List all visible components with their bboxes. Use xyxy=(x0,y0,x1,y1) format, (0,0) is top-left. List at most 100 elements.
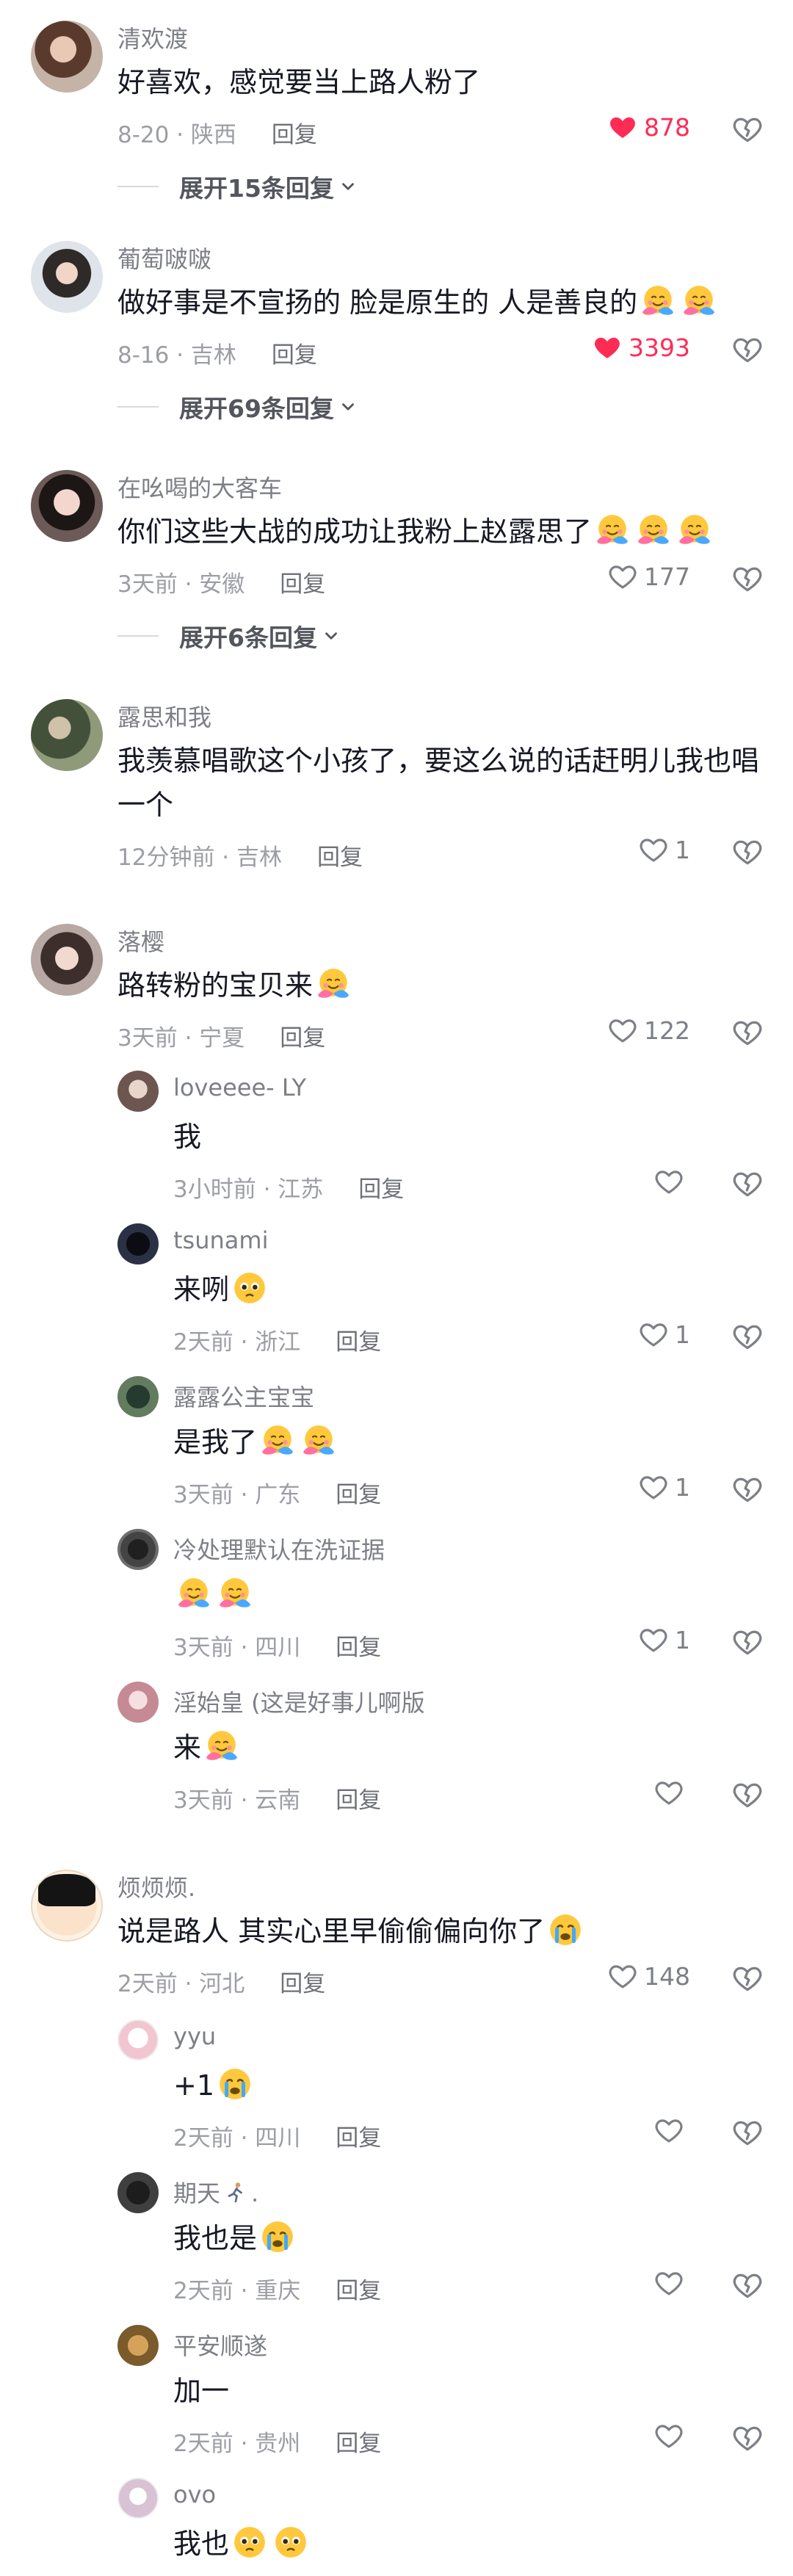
avatar[interactable] xyxy=(117,2325,159,2366)
broken-heart-icon[interactable] xyxy=(731,836,764,868)
comment-username[interactable]: tsunami xyxy=(173,1226,268,1254)
reply-button[interactable]: 回复 xyxy=(272,342,317,369)
reply-button[interactable]: 回复 xyxy=(280,1971,325,1997)
reply-button[interactable]: 回复 xyxy=(272,122,317,148)
avatar[interactable] xyxy=(117,2478,159,2519)
broken-heart-icon[interactable] xyxy=(731,1168,764,1200)
broken-heart-icon[interactable] xyxy=(731,1016,764,1049)
comment-text: 好喜欢，感觉要当上路人粉了 xyxy=(117,66,481,98)
reply-button[interactable]: 回复 xyxy=(336,1787,381,1814)
reply-button[interactable]: 回复 xyxy=(336,2431,381,2457)
like-button[interactable] xyxy=(653,2420,690,2451)
avatar[interactable] xyxy=(117,2172,159,2213)
broken-heart-icon[interactable] xyxy=(731,333,764,366)
avatar[interactable] xyxy=(31,699,103,771)
broken-heart-icon[interactable] xyxy=(731,2422,764,2454)
expand-replies-button[interactable]: 展开6条回复 xyxy=(117,618,341,654)
broken-heart-icon[interactable] xyxy=(731,2269,764,2301)
like-button[interactable]: 122 xyxy=(607,1015,690,1046)
comment-username[interactable]: 在吆喝的大客车 xyxy=(117,470,282,504)
avatar[interactable] xyxy=(31,924,103,996)
avatar[interactable] xyxy=(117,1376,159,1417)
broken-heart-icon[interactable] xyxy=(731,1962,764,1994)
expand-replies-button[interactable]: 展开15条回复 xyxy=(117,169,358,204)
heart-icon xyxy=(653,1166,684,1197)
broken-heart-icon[interactable] xyxy=(731,1626,764,1658)
comment-username[interactable]: yyu xyxy=(173,2022,216,2050)
reply-button[interactable]: 回复 xyxy=(336,2125,381,2152)
avatar[interactable] xyxy=(117,1223,159,1265)
comment-meta: 2天前 · 重庆 回复 xyxy=(173,2278,382,2304)
avatar[interactable] xyxy=(31,241,103,313)
like-button[interactable]: 3393 xyxy=(592,332,690,363)
hug-emoji xyxy=(635,512,672,549)
like-button[interactable] xyxy=(653,2115,690,2146)
reply-button[interactable]: 回复 xyxy=(336,1482,381,1508)
comment-username[interactable]: 清欢渡 xyxy=(117,21,188,54)
comment-text: 来咧 xyxy=(173,1267,270,1311)
reply-button[interactable]: 回复 xyxy=(317,844,363,871)
avatar[interactable] xyxy=(31,21,103,93)
comment-username[interactable]: 期天. xyxy=(173,2175,258,2209)
broken-heart-icon[interactable] xyxy=(731,1473,764,1505)
hug-emoji xyxy=(676,512,713,549)
like-button[interactable]: 177 xyxy=(607,561,690,592)
comment-username[interactable]: 冷处理默认在洗证据 xyxy=(173,1532,385,1566)
comment-meta: 8-20 · 陕西 回复 xyxy=(117,122,317,148)
like-count: 1 xyxy=(675,1472,690,1502)
like-button[interactable]: 878 xyxy=(607,112,690,142)
comment-username[interactable]: 淫始皇 (这是好事儿啊版 xyxy=(173,1685,425,1718)
comment-username[interactable]: 露露公主宝宝 xyxy=(173,1379,314,1413)
like-count: 177 xyxy=(644,562,690,591)
avatar[interactable] xyxy=(117,1529,159,1570)
chevron-down-icon xyxy=(338,177,358,196)
comment-meta: 2天前 · 浙江 回复 xyxy=(173,1329,382,1356)
avatar[interactable] xyxy=(31,470,103,542)
like-button[interactable]: 1 xyxy=(638,1472,690,1502)
hug-emoji xyxy=(175,1575,212,1612)
comment-meta: 8-16 · 吉林 回复 xyxy=(117,342,317,369)
comment-username[interactable]: 落樱 xyxy=(117,924,164,958)
reply-button[interactable]: 回复 xyxy=(280,1025,325,1052)
comment-username[interactable]: loveeee- LY xyxy=(173,1074,306,1101)
like-button[interactable]: 148 xyxy=(607,1961,690,1991)
comment-username[interactable]: ovo xyxy=(173,2481,216,2508)
comment-meta: 3天前 · 四川 回复 xyxy=(173,1635,382,1661)
avatar[interactable] xyxy=(117,1071,159,1112)
reply-button[interactable]: 回复 xyxy=(336,1329,381,1356)
broken-heart-icon[interactable] xyxy=(731,1779,764,1811)
loudly-crying-emoji xyxy=(259,2218,296,2255)
comment-meta: 2天前 · 贵州 回复 xyxy=(173,2431,382,2457)
expand-replies-button[interactable]: 展开69条回复 xyxy=(117,389,358,424)
comment-username[interactable]: 平安顺遂 xyxy=(173,2328,267,2362)
reply-button[interactable]: 回复 xyxy=(336,2278,381,2304)
avatar[interactable] xyxy=(31,1870,103,1942)
heart-icon xyxy=(638,1624,669,1655)
like-count: 3393 xyxy=(629,333,690,362)
broken-heart-icon[interactable] xyxy=(731,1320,764,1353)
like-button[interactable] xyxy=(653,1777,690,1808)
like-button[interactable]: 1 xyxy=(638,1624,690,1655)
comment-username[interactable]: 葡萄啵啵 xyxy=(117,241,211,275)
reply-button[interactable]: 回复 xyxy=(280,571,325,598)
like-button[interactable] xyxy=(653,2268,690,2298)
like-button[interactable] xyxy=(653,1166,690,1197)
reply-button[interactable]: 回复 xyxy=(358,1176,404,1203)
comment-username[interactable]: 烦烦烦. xyxy=(117,1870,195,1903)
running-emoji xyxy=(222,2179,249,2206)
pleading-emoji xyxy=(231,1270,268,1306)
reply-button[interactable]: 回复 xyxy=(336,1635,381,1661)
like-count: 1 xyxy=(675,835,690,864)
avatar[interactable] xyxy=(117,1682,159,1723)
heart-icon xyxy=(607,112,638,142)
broken-heart-icon[interactable] xyxy=(731,113,764,145)
heart-icon xyxy=(607,1961,638,1991)
comment-text: 加一 xyxy=(173,2375,230,2407)
avatar[interactable] xyxy=(117,2019,159,2061)
like-button[interactable]: 1 xyxy=(638,834,690,865)
hug-emoji xyxy=(594,512,631,549)
broken-heart-icon[interactable] xyxy=(731,562,764,595)
broken-heart-icon[interactable] xyxy=(731,2116,764,2149)
comment-username[interactable]: 露思和我 xyxy=(117,699,211,733)
like-button[interactable]: 1 xyxy=(638,1319,690,1350)
